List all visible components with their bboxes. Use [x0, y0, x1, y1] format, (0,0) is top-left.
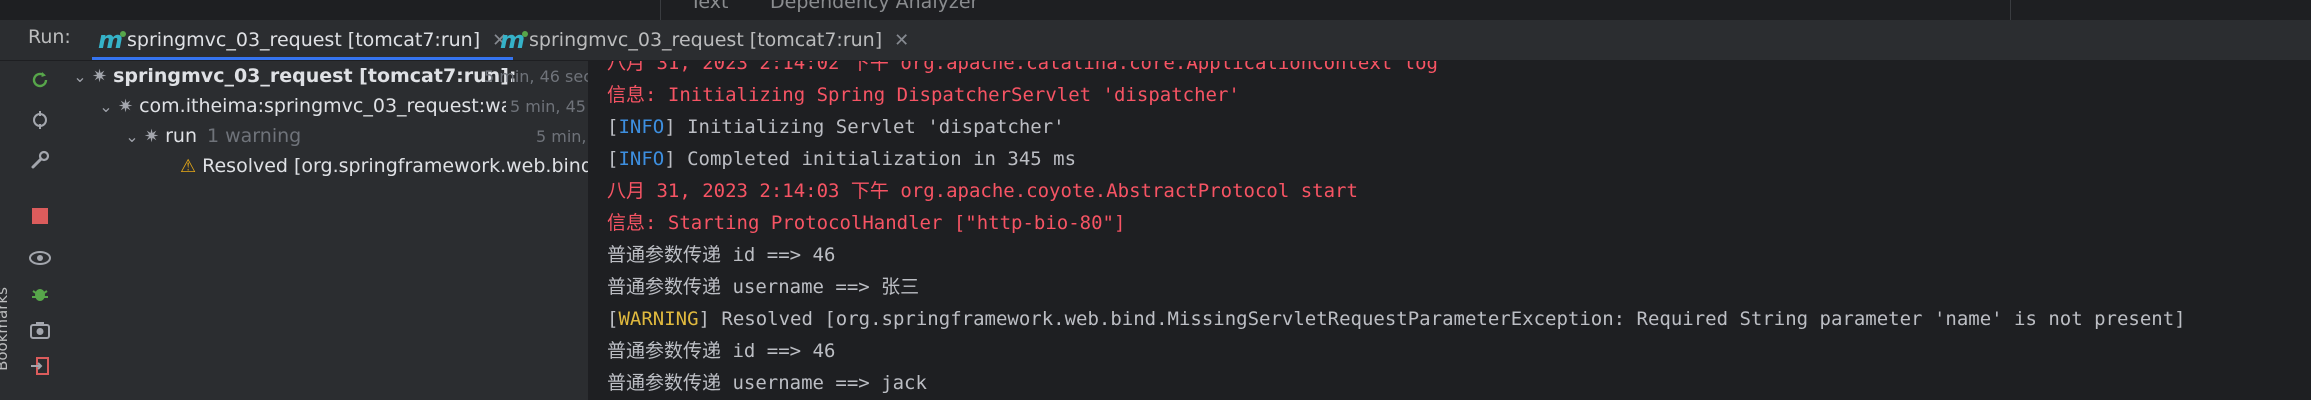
maven-icon: m: [500, 26, 529, 54]
camera-icon[interactable]: [25, 315, 55, 345]
console-line: 普通参数传递 id ==> 46: [607, 239, 835, 271]
console-text: 普通参数传递 username ==> jack: [607, 372, 927, 394]
tree-item-label: com.itheima:springmvc_03_request:wa: [139, 95, 513, 117]
run-label: Run:: [28, 26, 71, 48]
bookmarks-strip[interactable]: Bookmarks: [0, 280, 16, 400]
stop-icon[interactable]: [25, 201, 55, 231]
chevron-down-icon[interactable]: ⌄: [122, 127, 142, 146]
console-text: 八月 31, 2023 2:14:02 下午 org.apache.catali…: [607, 61, 1438, 74]
console-line: 信息: Initializing Spring DispatcherServle…: [607, 79, 1240, 111]
maven-icon: m: [98, 26, 127, 54]
console-text: [: [607, 148, 619, 170]
eye-icon[interactable]: [25, 243, 55, 273]
console-line: 普通参数传递 username ==> 张三: [607, 271, 919, 303]
console-text: 信息: Starting ProtocolHandler ["http-bio-…: [607, 212, 1126, 234]
chevron-down-icon[interactable]: ⌄: [96, 97, 116, 116]
warning-icon: ⚠: [180, 155, 197, 177]
tree-item-label: Resolved [org.springframework.web.bind.M…: [202, 155, 589, 177]
wrench-icon[interactable]: [25, 145, 55, 175]
run-tab-bar: Run: m springmvc_03_request [tomcat7:run…: [0, 20, 2311, 61]
exit-icon[interactable]: [25, 351, 55, 381]
spinner-icon: ✷: [144, 125, 160, 147]
tab-text[interactable]: Text: [690, 0, 728, 13]
bookmarks-label: Bookmarks: [0, 287, 11, 371]
strip-divider: [2010, 0, 2011, 20]
tree-item-label: run: [165, 125, 197, 147]
top-tool-strip: Text Dependency Analyzer: [0, 0, 2311, 20]
console-output[interactable]: 八月 31, 2023 2:14:02 下午 org.apache.catali…: [589, 61, 2311, 400]
debug-bug-icon[interactable]: [25, 279, 55, 309]
tree-item-time: 5 min, 46 sec: [483, 66, 589, 86]
console-text: 八月 31, 2023 2:14:03 下午 org.apache.coyote…: [607, 180, 1358, 202]
console-line: [INFO] Initializing Servlet 'dispatcher': [607, 111, 1065, 143]
console-line: 八月 31, 2023 2:14:02 下午 org.apache.catali…: [607, 61, 1438, 79]
run-tab-title: springmvc_03_request [tomcat7:run]: [529, 29, 883, 51]
strip-divider: [660, 0, 661, 20]
tree-item-run[interactable]: ⌄ ✷ run 1 warning 5 min, 44 sec: [60, 121, 588, 151]
tree-item-warning-count: 1 warning: [207, 125, 302, 147]
tree-item-time: 5 min, 45 sec: [505, 96, 588, 116]
active-tab-indicator: [92, 57, 514, 60]
spinner-icon: ✷: [92, 65, 108, 87]
console-line: [INFO] Completed initialization in 345 m…: [607, 143, 1076, 175]
console-text: ] Initializing Servlet 'dispatcher': [664, 116, 1065, 138]
tree-item-warning[interactable]: ⚠ Resolved [org.springframework.web.bind…: [60, 151, 589, 181]
tab-dependency-analyzer[interactable]: Dependency Analyzer: [770, 0, 978, 13]
console-text: [: [607, 308, 619, 330]
console-line: 普通参数传递 username ==> jack: [607, 367, 927, 399]
console-line: [WARNING] Resolved [org.springframework.…: [607, 303, 2186, 335]
console-text: WARNING: [618, 308, 699, 330]
console-text: ] Resolved [org.springframework.web.bind…: [698, 308, 2186, 330]
console-line: 八月 31, 2023 2:14:03 下午 org.apache.coyote…: [607, 175, 1358, 207]
console-line: 信息: Starting ProtocolHandler ["http-bio-…: [607, 207, 1125, 239]
console-text: 普通参数传递 id ==> 46: [607, 340, 836, 362]
console-text: ] Completed initialization in 345 ms: [664, 148, 1077, 170]
sync-icon[interactable]: [25, 105, 55, 135]
console-text: [: [607, 116, 619, 138]
console-text: 普通参数传递 username ==> 张三: [607, 276, 920, 298]
close-icon[interactable]: ✕: [894, 30, 909, 51]
tree-item-module[interactable]: ⌄ ✷ com.itheima:springmvc_03_request:wa …: [60, 91, 588, 121]
tree-item-time: 5 min, 44 sec: [535, 126, 588, 146]
run-tab-inactive[interactable]: m springmvc_03_request [tomcat7:run] ✕: [494, 20, 915, 60]
run-tree: ⌄ ✷ springmvc_03_request [tomcat7:run]: …: [60, 61, 589, 400]
console-line: 普通参数传递 id ==> 46: [607, 335, 835, 367]
run-tab-active[interactable]: m springmvc_03_request [tomcat7:run] ✕: [92, 20, 514, 60]
chevron-down-icon[interactable]: ⌄: [70, 67, 90, 86]
spinner-icon: ✷: [118, 95, 134, 117]
tree-item-root[interactable]: ⌄ ✷ springmvc_03_request [tomcat7:run]: …: [60, 61, 589, 91]
console-text: INFO: [618, 148, 665, 170]
console-text: INFO: [618, 116, 665, 138]
console-text: 信息: Initializing Spring DispatcherServle…: [607, 84, 1240, 106]
run-tab-title: springmvc_03_request [tomcat7:run]: [127, 29, 481, 51]
rerun-icon[interactable]: [25, 65, 55, 95]
console-text: 普通参数传递 id ==> 46: [607, 244, 836, 266]
tree-item-label: springmvc_03_request [tomcat7:run]:: [113, 65, 517, 87]
